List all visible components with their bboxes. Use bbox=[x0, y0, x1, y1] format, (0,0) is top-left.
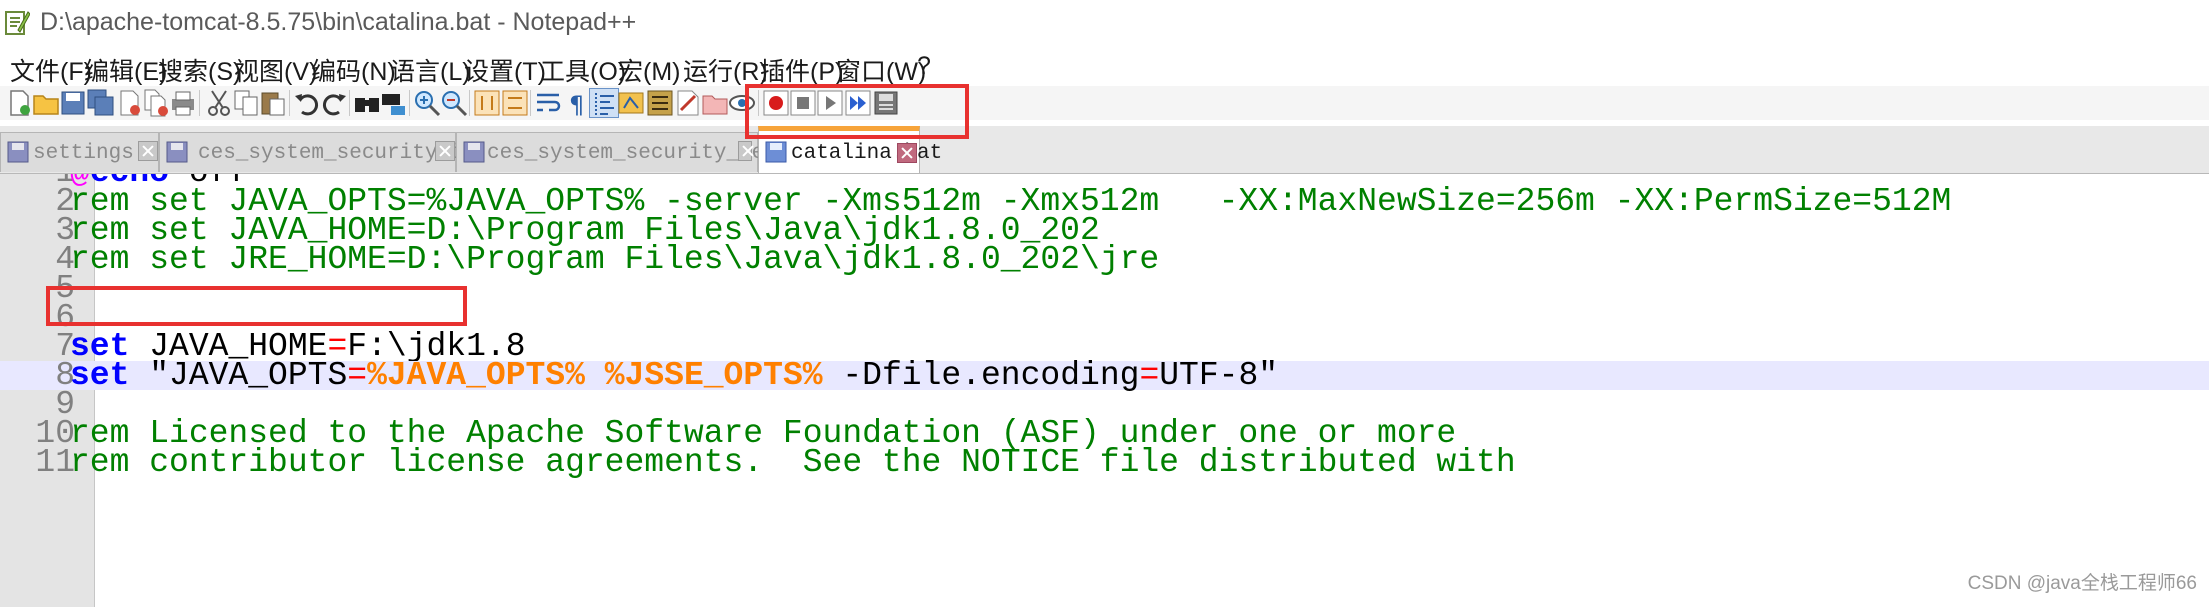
tab-settings-xml[interactable]: settings.xml bbox=[0, 132, 184, 172]
sync-vertical-icon[interactable] bbox=[472, 88, 502, 118]
annotation-box-java-home-line bbox=[46, 286, 467, 326]
code-token: UTF-8" bbox=[1159, 357, 1279, 394]
code-token: -Dfile.encoding bbox=[822, 357, 1140, 394]
save-all-icon[interactable] bbox=[86, 88, 116, 118]
sync-horizontal-icon[interactable] bbox=[500, 88, 530, 118]
menu-plugins[interactable]: 插件(P) bbox=[760, 52, 843, 88]
paste-icon[interactable] bbox=[258, 88, 288, 118]
menu-help[interactable]: ? bbox=[917, 52, 931, 81]
code-editor[interactable]: 1@echo off2rem set JAVA_OPTS=%JAVA_OPTS%… bbox=[0, 174, 2209, 607]
watermark: CSDN @java全栈工程师66 bbox=[1967, 573, 2197, 594]
toolbar: ¶ bbox=[0, 86, 2209, 120]
tab-close-icon[interactable] bbox=[138, 141, 158, 161]
print-icon[interactable] bbox=[168, 88, 198, 118]
toolbar-separator bbox=[469, 90, 470, 116]
tab-close-icon[interactable] bbox=[897, 143, 917, 163]
menu-settings[interactable]: 设置(T) bbox=[464, 52, 546, 88]
indent-guide-icon[interactable] bbox=[589, 88, 619, 118]
notepadpp-app-icon bbox=[4, 8, 31, 36]
menu-tools[interactable]: 工具(O) bbox=[540, 52, 626, 88]
code-line[interactable]: 11 rem contributor license agreements. Se… bbox=[0, 444, 2209, 481]
menu-language[interactable]: 语言(L) bbox=[390, 52, 471, 88]
open-file-icon[interactable] bbox=[31, 88, 61, 118]
close-icon[interactable] bbox=[114, 88, 144, 118]
toolbar-separator bbox=[289, 90, 290, 116]
doc-map-icon[interactable] bbox=[616, 88, 646, 118]
cut-icon[interactable] bbox=[204, 88, 234, 118]
code-token: %JAVA_OPTS% bbox=[367, 357, 585, 394]
zoom-in-icon[interactable] bbox=[412, 88, 442, 118]
menu-encoding[interactable]: 编码(N) bbox=[311, 52, 396, 88]
saved-file-icon bbox=[765, 141, 787, 163]
svg-text:¶: ¶ bbox=[569, 91, 584, 118]
menu-macro[interactable]: 宏(M) bbox=[618, 52, 680, 88]
word-wrap-icon[interactable] bbox=[533, 88, 563, 118]
menu-view[interactable]: 视图(V) bbox=[234, 52, 317, 88]
toolbar-separator bbox=[199, 90, 200, 116]
code-token: = bbox=[347, 357, 368, 394]
save-icon[interactable] bbox=[58, 88, 88, 118]
menu-file[interactable]: 文件(F) bbox=[10, 52, 92, 88]
zoom-out-icon[interactable] bbox=[439, 88, 469, 118]
redo-icon[interactable] bbox=[319, 88, 349, 118]
tab-close-icon[interactable] bbox=[435, 141, 455, 161]
menu-search[interactable]: 搜索(S) bbox=[158, 52, 241, 88]
tab-close-icon[interactable] bbox=[738, 141, 752, 161]
close-all-icon[interactable] bbox=[141, 88, 171, 118]
tab-ces-system-security-setup-sql[interactable]: ces_system_security_setup.sql bbox=[456, 132, 852, 172]
toolbar-separator bbox=[349, 90, 350, 116]
function-list-icon[interactable] bbox=[645, 88, 675, 118]
line-number: 11 bbox=[35, 444, 75, 481]
tab-bar: settings.xml ces_system_security_item.sq… bbox=[0, 126, 2209, 174]
folder-workspace-icon[interactable] bbox=[673, 88, 703, 118]
toolbar-separator bbox=[530, 90, 531, 116]
code-token: = bbox=[1139, 357, 1160, 394]
copy-icon[interactable] bbox=[231, 88, 261, 118]
find-icon[interactable] bbox=[352, 88, 382, 118]
menu-window[interactable]: 窗口(W) bbox=[836, 52, 926, 88]
monitoring-icon[interactable] bbox=[700, 88, 730, 118]
toolbar-separator bbox=[409, 90, 410, 116]
menu-run[interactable]: 运行(R) bbox=[683, 52, 768, 88]
show-all-chars-icon[interactable]: ¶ bbox=[561, 88, 591, 119]
code-line[interactable]: 4 rem set JRE_HOME=D:\Program Files\Java\… bbox=[0, 241, 2209, 278]
annotation-box-active-tab bbox=[745, 84, 969, 139]
code-token: "JAVA_OPTS bbox=[129, 357, 348, 394]
code-token: rem set JRE_HOME=D:\Program Files\Java\j… bbox=[70, 241, 1160, 278]
code-token: rem contributor license agreements. See … bbox=[70, 444, 1516, 481]
title-bar: D:\apache-tomcat-8.5.75\bin\catalina.bat… bbox=[0, 0, 2209, 48]
code-text: rem contributor license agreements. See … bbox=[70, 442, 1516, 483]
saved-file-icon bbox=[7, 141, 29, 163]
window-title: D:\apache-tomcat-8.5.75\bin\catalina.bat… bbox=[40, 8, 637, 36]
tab-ces-system-security-item-sql[interactable]: ces_system_security_item.sql bbox=[159, 132, 551, 172]
tab-label: catalina.bat bbox=[791, 142, 943, 165]
code-token: set bbox=[70, 357, 130, 394]
code-token: %JSSE_OPTS% bbox=[604, 357, 823, 394]
menu-bar: 文件(F) 编辑(E) 搜索(S) 视图(V) 编码(N) 语言(L) 设置(T… bbox=[0, 48, 2209, 86]
saved-file-icon bbox=[463, 141, 485, 163]
replace-icon[interactable] bbox=[379, 88, 409, 118]
code-line[interactable]: 8 set "JAVA_OPTS=%JAVA_OPTS% %JSSE_OPTS% … bbox=[0, 357, 2209, 394]
new-file-icon[interactable] bbox=[4, 88, 34, 118]
undo-icon[interactable] bbox=[292, 88, 322, 118]
menu-edit[interactable]: 编辑(E) bbox=[84, 52, 167, 88]
saved-file-icon bbox=[166, 141, 188, 163]
